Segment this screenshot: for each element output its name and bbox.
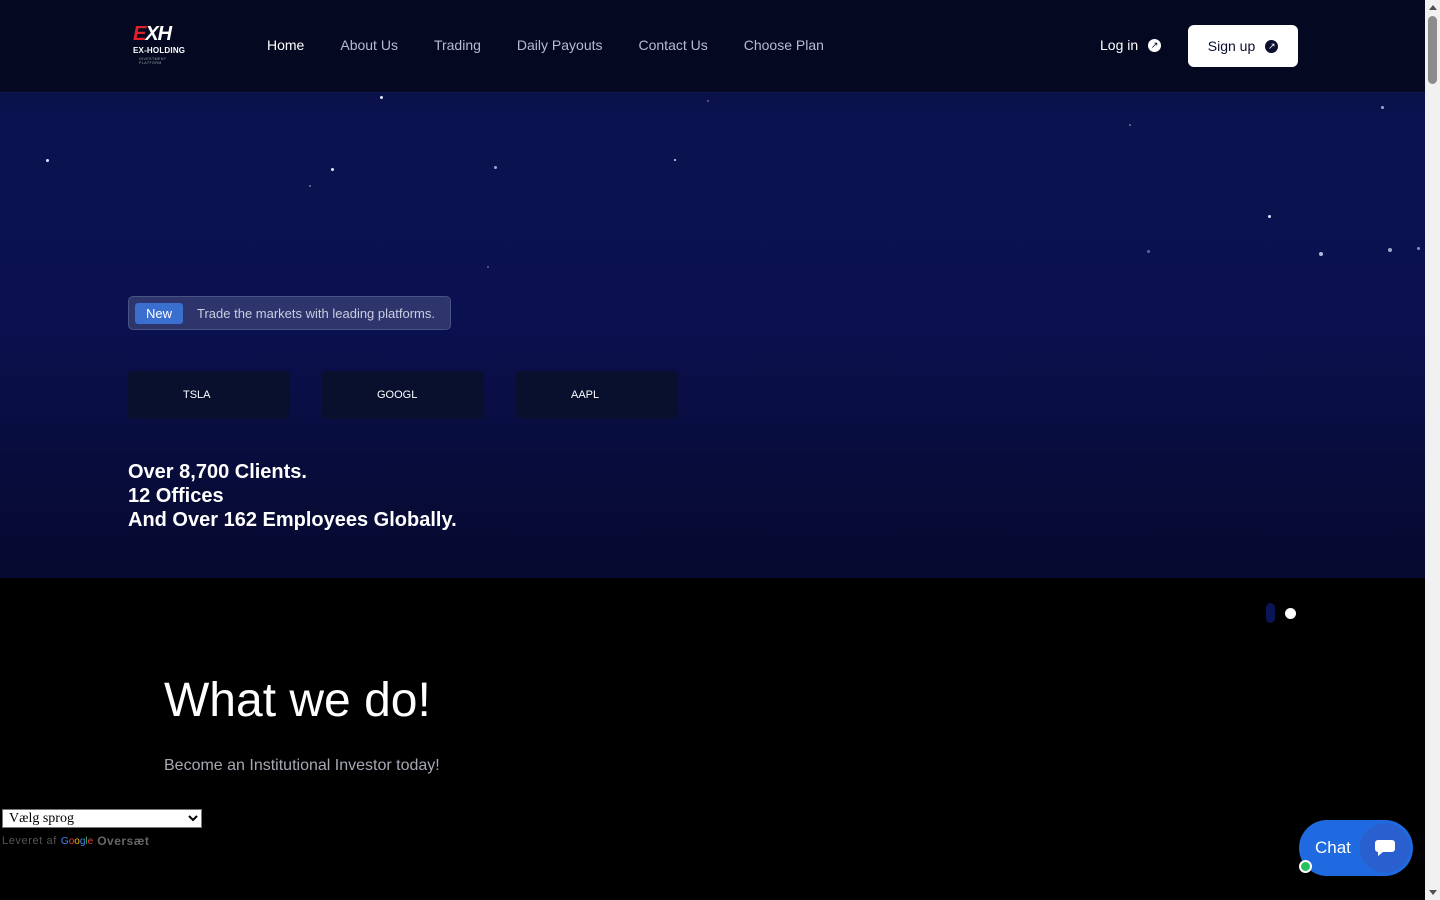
chat-bubble-icon: [1360, 823, 1410, 873]
ticker-label: AAPL: [571, 389, 600, 401]
logo-brand: EX-HOLDING: [133, 46, 186, 55]
section-title: What we do!: [164, 674, 431, 727]
language-select[interactable]: Vælg sprog: [2, 809, 202, 828]
ticker-aapl[interactable]: AAPL: [516, 371, 678, 419]
nav-about-us[interactable]: About Us: [340, 37, 398, 53]
carousel-dot[interactable]: [1266, 603, 1275, 623]
scroll-down-arrow-icon[interactable]: [1429, 890, 1437, 895]
star: [1129, 124, 1131, 126]
powered-by-label: Leveret af: [2, 835, 57, 847]
nav-daily-payouts[interactable]: Daily Payouts: [517, 37, 603, 53]
star: [674, 159, 676, 161]
star: [494, 166, 497, 169]
ticker-label: GOOGL: [377, 389, 418, 401]
signup-label: Sign up: [1207, 38, 1256, 54]
nav-contact-us[interactable]: Contact Us: [639, 37, 708, 53]
carousel-dot-active[interactable]: [1285, 607, 1296, 619]
signup-button[interactable]: Sign up ↗: [1188, 25, 1298, 67]
ticker-label: TSLA: [183, 389, 211, 401]
announcement-pill: New Trade the markets with leading platf…: [128, 296, 451, 330]
nav-trading[interactable]: Trading: [434, 37, 481, 53]
page: New Trade the markets with leading platf…: [0, 0, 1425, 900]
chat-widget-button[interactable]: Chat: [1299, 820, 1413, 876]
star: [487, 266, 489, 268]
nav-choose-plan[interactable]: Choose Plan: [744, 37, 824, 53]
logo-mark: EXH: [133, 23, 172, 45]
logo-tagline: INVESTMENT PLATFORM: [139, 57, 167, 65]
star: [331, 168, 334, 171]
stat-employees: And Over 162 Employees Globally.: [128, 509, 457, 531]
stats-block: Over 8,700 Clients. 12 Offices And Over …: [128, 460, 457, 532]
chat-label: Chat: [1315, 838, 1351, 857]
main-nav: Home About Us Trading Daily Payouts Cont…: [267, 37, 824, 53]
stat-clients: Over 8,700 Clients.: [128, 461, 307, 483]
google-logo: Google: [60, 835, 94, 847]
new-badge: New: [135, 302, 184, 324]
login-link[interactable]: Log in ↗: [1100, 37, 1162, 53]
online-status-dot: [1299, 860, 1312, 873]
ticker-tsla[interactable]: TSLA: [128, 371, 290, 419]
ticker-googl[interactable]: GOOGL: [322, 371, 484, 419]
powered-by-google: Leveret af Google Oversæt: [2, 834, 149, 848]
star: [1319, 252, 1323, 256]
scroll-up-arrow-icon[interactable]: [1429, 5, 1437, 10]
announcement-text: Trade the markets with leading platforms…: [197, 305, 435, 321]
scrollbar-thumb[interactable]: [1428, 16, 1437, 84]
arrow-up-right-icon: ↗: [1148, 38, 1162, 52]
carousel-dots: [1266, 603, 1296, 623]
star: [309, 185, 311, 187]
star: [707, 100, 709, 102]
ticker-list: TSLA GOOGL AAPL: [128, 371, 678, 419]
nav-home[interactable]: Home: [267, 37, 304, 53]
star: [1388, 248, 1392, 252]
star: [380, 96, 383, 99]
star: [1417, 247, 1420, 250]
star: [46, 159, 49, 162]
arrow-up-right-icon: ↗: [1265, 39, 1279, 53]
star: [1268, 215, 1271, 218]
page-scrollbar[interactable]: [1425, 0, 1440, 900]
star: [1147, 250, 1150, 253]
login-label: Log in: [1100, 37, 1139, 53]
site-header: EXH EX-HOLDING INVESTMENT PLATFORM Home …: [0, 0, 1425, 93]
logo[interactable]: EXH EX-HOLDING INVESTMENT PLATFORM: [133, 24, 187, 66]
translate-link[interactable]: Oversæt: [97, 834, 149, 848]
stat-offices: 12 Offices: [128, 485, 224, 507]
star: [1381, 106, 1384, 109]
section-subtitle: Become an Institutional Investor today!: [164, 757, 440, 774]
